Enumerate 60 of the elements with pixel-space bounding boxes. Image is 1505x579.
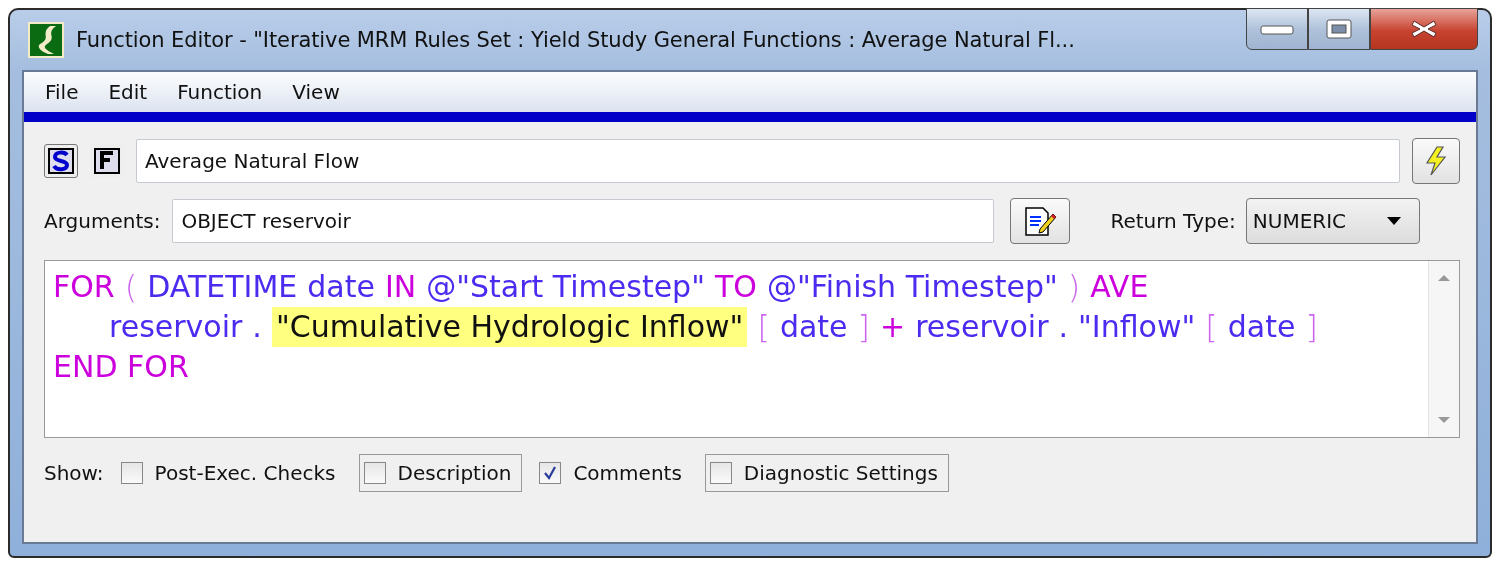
checkbox[interactable] [120,462,143,484]
s-button[interactable] [44,144,78,178]
code-token: reservoir [109,308,243,346]
checkbox[interactable] [709,462,732,484]
code-token: ] [1305,307,1318,347]
code-token: reservoir [915,308,1049,346]
menu-item[interactable]: File [32,78,92,106]
code-token: date [1227,308,1296,346]
checkbox-option[interactable]: Diagnostic Settings [704,454,949,492]
window-title: Function Editor - "Iterative MRM Rules Set : Yield Study General Functions : Average Natural Fl... [76,28,1075,52]
notepad-pencil-icon [1023,205,1058,237]
code-editor[interactable]: FOR ( DATETIME date IN @"Start Timestep" TO @"Finish Timestep" ) AVE reservoir . "Cumulative Hydrologic Inflow" [ date ] + reservoir . "Inflow" [ date ] END FOR [44,260,1460,438]
code-token: ( [124,267,138,307]
edit-button[interactable] [1010,198,1071,244]
checkbox-option[interactable]: Comments [534,454,693,492]
code-token: "Inflow" [1078,308,1196,346]
code-token: . [252,308,262,346]
code-token: @"Finish Timestep" [766,268,1058,306]
show-label: Show: [44,461,104,485]
return-type-label: Return Type: [1110,209,1236,233]
code-token: + [880,308,906,346]
run-button[interactable] [1412,138,1460,184]
maximize-button[interactable] [1308,8,1370,50]
code-token: AVE [1090,268,1149,306]
code-token: ] [857,307,870,347]
code-token: ) [1067,267,1081,307]
checkbox-option[interactable]: Post-Exec. Checks [115,454,347,492]
code-token: [ [757,307,770,347]
arguments-field[interactable]: OBJECT reservoir [172,199,995,243]
code-token: [ [1205,307,1218,347]
highlighted-code-token: "Cumulative Hydrologic Inflow" [271,307,748,347]
code-token: @"Start Timestep" [426,268,705,306]
menu-item[interactable]: Edit [95,78,161,106]
maximize-icon [1325,18,1353,40]
code-token: date [779,308,848,346]
code-token: TO [714,268,757,306]
caret-icon [1386,217,1401,225]
lightning-icon [1423,146,1449,176]
return-type-dropdown[interactable]: NUMERIC [1245,198,1420,244]
scroll-down-icon[interactable] [1438,417,1450,425]
close-button[interactable] [1370,8,1478,50]
code-token: DATETIME [147,268,298,306]
scrollbar[interactable] [1428,261,1459,437]
code-token: END FOR [53,348,189,386]
function-name-field[interactable]: Average Natural Flow [136,139,1400,183]
app-icon [28,22,64,58]
code-token: date [307,268,375,306]
scroll-up-icon[interactable] [1438,273,1450,281]
code-token: . [1058,308,1069,346]
minimize-icon [1259,22,1295,36]
minimize-button[interactable] [1246,8,1308,50]
code-token: IN [384,268,417,306]
checkbox[interactable] [539,462,562,484]
checkbox-option[interactable]: Description [358,454,523,492]
checkbox[interactable] [363,462,386,484]
code-token: FOR [53,268,115,306]
arguments-label: Arguments: [44,209,161,233]
menu-item[interactable]: View [279,78,353,106]
menu-item[interactable]: Function [164,78,276,106]
close-icon [1409,18,1439,40]
